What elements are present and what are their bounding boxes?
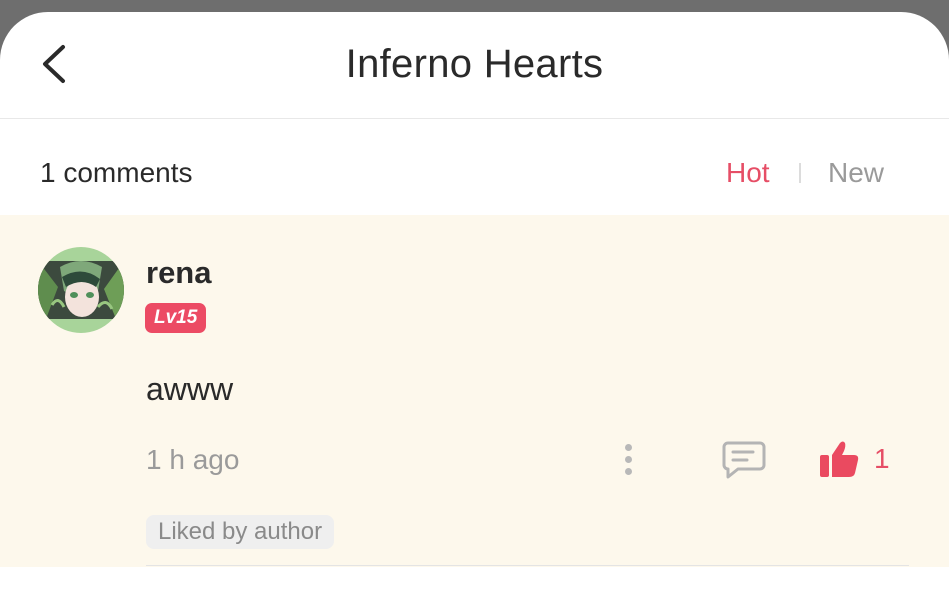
- comment-icon: [722, 441, 766, 479]
- sort-hot-tab[interactable]: Hot: [726, 157, 770, 189]
- comment-text: awww: [146, 371, 234, 407]
- sort-bar: 1 comments Hot New: [0, 119, 949, 216]
- like-count: 1: [874, 443, 890, 474]
- more-vertical-icon-dot: [624, 467, 632, 475]
- sort-divider: [799, 163, 801, 183]
- header: Inferno Hearts: [0, 12, 949, 119]
- avatar[interactable]: [38, 247, 124, 333]
- level-badge: Lv15: [145, 303, 207, 333]
- reply-button[interactable]: [720, 437, 768, 481]
- divider: [146, 565, 909, 566]
- more-options-button[interactable]: [614, 437, 642, 481]
- sort-new-tab[interactable]: New: [828, 157, 884, 189]
- comments-sheet: Inferno Hearts 1 comments Hot New rena L…: [0, 12, 949, 600]
- comment-count: 1 comments: [40, 157, 193, 188]
- comment-time: 1 h ago: [146, 444, 240, 475]
- more-vertical-icon-dot: [624, 455, 632, 463]
- username[interactable]: rena: [146, 255, 211, 291]
- comment-item: rena Lv15 awww 1 h ago 1 Liked by author: [0, 215, 949, 567]
- thumbs-up-icon: [820, 441, 859, 477]
- page-title: Inferno Hearts: [345, 42, 604, 86]
- liked-by-author-badge: Liked by author: [146, 515, 335, 549]
- more-vertical-icon-dot: [624, 443, 632, 451]
- avatar-image: [38, 247, 124, 333]
- like-button[interactable]: 1: [818, 437, 890, 481]
